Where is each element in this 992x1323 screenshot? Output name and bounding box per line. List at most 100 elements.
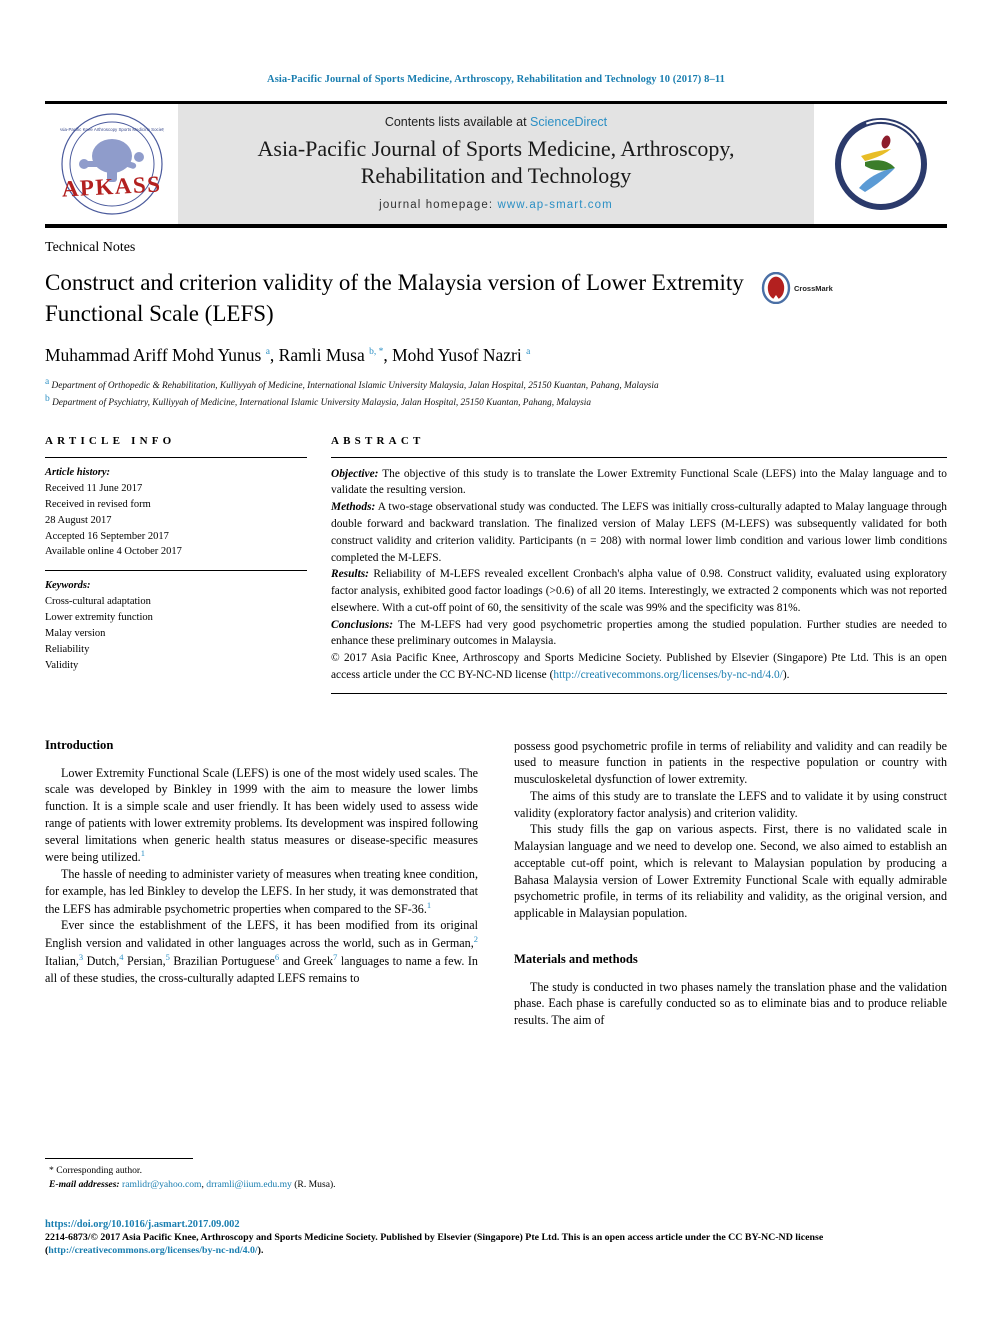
paragraph: Lower Extremity Functional Scale (LEFS) …: [45, 765, 478, 866]
crossmark-badge[interactable]: CrossMark: [761, 268, 839, 304]
affiliation-marker-a: a: [45, 377, 50, 388]
paragraph: possess good psychometric profile in ter…: [514, 738, 947, 787]
sciencedirect-link[interactable]: ScienceDirect: [530, 115, 607, 129]
paragraph: Ever since the establishment of the LEFS…: [45, 917, 478, 986]
email-line: E-mail addresses: ramlidr@yahoo.com, drr…: [45, 1178, 490, 1192]
affiliation-b-text: Department of Psychiatry, Kulliyyah of M…: [52, 398, 591, 409]
affiliation-marker-b: b: [45, 394, 50, 405]
paragraph-text: Persian,: [123, 953, 166, 968]
reference-marker[interactable]: 2: [474, 934, 478, 944]
article-kind: Technical Notes: [45, 240, 136, 255]
abstract-bottom-rule: [331, 692, 947, 694]
abstract-conclusions-label: Conclusions:: [331, 618, 394, 631]
abstract-methods-label: Methods:: [331, 501, 376, 514]
info-abstract-row: ARTICLE INFO Article history: Received 1…: [45, 435, 947, 694]
abstract-results-text: Reliability of M-LEFS revealed excellent…: [331, 568, 947, 614]
keyword-item: Lower extremity function: [45, 612, 153, 624]
masthead-bottom-rule: [45, 224, 947, 228]
issn-tail: ).: [257, 1245, 264, 1257]
contents-prefix: Contents lists available at: [384, 115, 531, 130]
body-columns: Introduction Lower Extremity Functional …: [45, 738, 947, 1029]
doi-link[interactable]: https://doi.org/10.1016/j.asmart.2017.09…: [45, 1219, 947, 1230]
email-label: E-mail addresses:: [49, 1178, 120, 1190]
history-item: Accepted 16 September 2017: [45, 530, 169, 542]
crossmark-label: CrossMark: [794, 283, 833, 293]
reference-marker[interactable]: 1: [427, 900, 431, 910]
paragraph-text: Ever since the establishment of the LEFS…: [45, 918, 478, 951]
abstract-copyright-tail: ).: [782, 668, 790, 681]
abstract-copyright: © 2017 Asia Pacific Knee, Arthroscopy an…: [331, 650, 947, 684]
journal-homepage-line: journal homepage: www.ap-smart.com: [178, 199, 814, 211]
corresponding-author-line: * Corresponding author.: [49, 1165, 142, 1176]
reference-marker[interactable]: 1: [141, 848, 145, 858]
keyword-item: Cross-cultural adaptation: [45, 596, 151, 608]
heading-materials-and-methods: Materials and methods: [514, 951, 638, 966]
article-info-label: ARTICLE INFO: [45, 434, 176, 447]
abstract-conclusions-text: The M-LEFS had very good psychometric pr…: [331, 618, 947, 648]
abstract-objective: Objective: The objective of this study i…: [331, 466, 947, 500]
svg-text:APKASS: APKASS: [61, 171, 162, 201]
abstract-conclusions: Conclusions: The M-LEFS had very good ps…: [331, 617, 947, 651]
abstract-methods-text: A two-stage observational study was cond…: [331, 501, 947, 564]
article-info-column: ARTICLE INFO Article history: Received 1…: [45, 435, 307, 694]
affiliation-a-text: Department of Orthopedic & Rehabilitatio…: [51, 381, 659, 392]
paragraph-text: Italian,: [45, 953, 79, 968]
journal-title-line1: Asia-Pacific Journal of Sports Medicine,…: [257, 136, 735, 162]
email-link-1[interactable]: ramlidr@yahoo.com: [122, 1179, 201, 1190]
paragraph-text: and Greek: [279, 953, 334, 968]
article-history-header: Article history:: [45, 466, 111, 478]
paragraph: The study is conducted in two phases nam…: [514, 979, 947, 1028]
email-link-2[interactable]: drramli@iium.edu.my: [206, 1179, 292, 1190]
paragraph: This study fills the gap on various aspe…: [514, 822, 947, 921]
abstract-results: Results: Reliability of M-LEFS revealed …: [331, 566, 947, 616]
author-list: Muhammad Ariff Mohd Yunus a, Ramli Musa …: [45, 345, 531, 366]
body-column-right: possess good psychometric profile in ter…: [514, 738, 947, 1029]
homepage-url-link[interactable]: www.ap-smart.com: [497, 199, 612, 211]
paragraph-text: Lower Extremity Functional Scale (LEFS) …: [45, 765, 478, 865]
journal-title-line2: Rehabilitation and Technology: [360, 163, 632, 188]
contents-list-line: Contents lists available at ScienceDirec…: [178, 115, 814, 129]
paragraph-text: Dutch,: [83, 953, 120, 968]
running-head: Asia-Pacific Journal of Sports Medicine,…: [267, 74, 725, 85]
history-item: Received 11 June 2017: [45, 482, 143, 494]
affiliation-b: b Department of Psychiatry, Kulliyyah of…: [45, 393, 947, 410]
paragraph-text: Brazilian Portuguese: [169, 953, 275, 968]
apkass-logo: APKASS Asia-Pacific Knee Arthroscopy Spo…: [45, 104, 178, 224]
journal-title: Asia-Pacific Journal of Sports Medicine,…: [178, 136, 814, 190]
history-item: Received in revised form: [45, 498, 151, 510]
corresponding-author-footnote: * Corresponding author. E-mail addresses…: [45, 1158, 490, 1192]
copyright-line: 2214-6873/© 2017 Asia Pacific Knee, Arth…: [45, 1231, 947, 1258]
article-history-block: Article history: Received 11 June 2017 R…: [45, 458, 307, 561]
body-column-left: Introduction Lower Extremity Functional …: [45, 738, 478, 1029]
journal-masthead: APKASS Asia-Pacific Knee Arthroscopy Spo…: [45, 104, 947, 224]
abstract-column: ABSTRACT Objective: The objective of thi…: [331, 435, 947, 694]
abstract-objective-label: Objective:: [331, 467, 379, 480]
heading-introduction: Introduction: [45, 737, 114, 752]
svg-text:Asia-Pacific Knee Arthroscopy: Asia-Pacific Knee Arthroscopy Sports Med…: [60, 127, 164, 132]
paragraph: The aims of this study are to translate …: [514, 788, 947, 820]
keywords-header: Keywords:: [45, 580, 91, 592]
keywords-block: Keywords: Cross-cultural adaptation Lowe…: [45, 571, 307, 674]
abstract-label: ABSTRACT: [331, 434, 425, 447]
page-footer: https://doi.org/10.1016/j.asmart.2017.09…: [45, 1219, 947, 1258]
paragraph: The hassle of needing to administer vari…: [45, 866, 478, 917]
homepage-prefix: journal homepage:: [379, 198, 498, 211]
ap-smart-logo: [814, 104, 947, 224]
page-title: Construct and criterion validity of the …: [45, 270, 744, 326]
paragraph-text: The hassle of needing to administer vari…: [45, 867, 478, 916]
abstract-objective-text: The objective of this study is to transl…: [331, 467, 947, 497]
keyword-item: Malay version: [45, 628, 106, 640]
keyword-item: Reliability: [45, 644, 90, 656]
journal-banner: Contents lists available at ScienceDirec…: [178, 104, 814, 224]
title-row: Construct and criterion validity of the …: [45, 268, 947, 329]
article-page: Asia-Pacific Journal of Sports Medicine,…: [0, 0, 992, 1323]
abstract-methods: Methods: A two-stage observational study…: [331, 499, 947, 566]
affiliation-a: a Department of Orthopedic & Rehabilitat…: [45, 376, 947, 393]
crossmark-icon: [761, 272, 791, 304]
abstract-results-label: Results:: [331, 568, 369, 581]
abstract-license-link[interactable]: http://creativecommons.org/licenses/by-n…: [553, 669, 782, 681]
footnote-rule: [45, 1158, 193, 1159]
footer-license-link[interactable]: http://creativecommons.org/licenses/by-n…: [48, 1245, 257, 1256]
history-item: 28 August 2017: [45, 514, 112, 526]
keyword-item: Validity: [45, 660, 79, 672]
